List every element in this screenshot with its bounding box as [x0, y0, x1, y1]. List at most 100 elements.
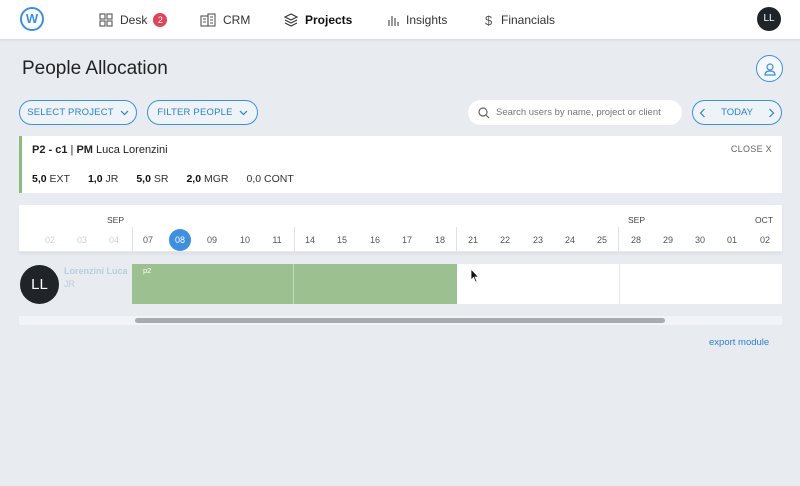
- close-button[interactable]: CLOSE X: [731, 144, 772, 154]
- grid-icon: [99, 13, 113, 27]
- day-cell[interactable]: 23: [527, 229, 549, 251]
- day-cell[interactable]: 28: [625, 229, 647, 251]
- stat-label: MGR: [203, 173, 229, 185]
- nav-label-financials: Financials: [501, 13, 556, 27]
- day-cell[interactable]: 17: [396, 229, 418, 251]
- day-cell-today[interactable]: 08: [169, 229, 191, 251]
- day-cell[interactable]: 02: [754, 229, 776, 251]
- nav-item-insights[interactable]: Insights: [387, 0, 447, 40]
- day-cell[interactable]: 01: [721, 229, 743, 251]
- person-cell: LL Lorenzini Luca JR: [19, 264, 132, 304]
- stat-label: EXT: [49, 173, 70, 185]
- nav-label-projects: Projects: [305, 13, 353, 27]
- stat-value: 5,0: [136, 173, 151, 185]
- day-cell[interactable]: 15: [331, 229, 353, 251]
- pm-name: Luca Lorenzini: [96, 144, 168, 156]
- day-cell[interactable]: 09: [201, 229, 223, 251]
- week-separator: [618, 227, 619, 252]
- export-module-link[interactable]: export module: [709, 337, 769, 348]
- date-navigator: TODAY: [692, 100, 782, 125]
- chevron-down-icon: [120, 110, 129, 115]
- nav-label-desk: Desk: [120, 13, 148, 27]
- day-cell[interactable]: 21: [462, 229, 484, 251]
- page-title: People Allocation: [22, 58, 168, 79]
- stat-label: 0,0 CONT: [246, 173, 294, 185]
- day-cell[interactable]: 04: [103, 229, 125, 251]
- search-box: [468, 100, 682, 125]
- search-input[interactable]: [496, 107, 666, 118]
- scrollbar-thumb[interactable]: [135, 318, 665, 323]
- week-separator: [293, 264, 294, 304]
- project-stats: 5,0 EXT 1,0 JR 5,0 SR 2,0 MGR 0,0 CONT: [32, 173, 312, 185]
- week-separator: [132, 227, 133, 252]
- app-logo[interactable]: W: [20, 7, 44, 31]
- stat-ext: 5,0 EXT: [32, 173, 70, 185]
- stat-label: JR: [105, 173, 119, 185]
- day-cell[interactable]: 07: [137, 229, 159, 251]
- person-role: JR: [64, 279, 75, 289]
- filter-people-label: FILTER PEOPLE: [157, 107, 233, 118]
- day-cell[interactable]: 24: [559, 229, 581, 251]
- top-navigation: W Desk 2 CRM Projects Insights $ Financi…: [0, 0, 800, 40]
- day-cell[interactable]: 22: [494, 229, 516, 251]
- month-label: SEP: [107, 215, 125, 225]
- stat-mgr: 2,0 MGR: [186, 173, 228, 185]
- stat-cont: 0,0 CONT: [246, 173, 293, 185]
- layers-icon: [284, 13, 298, 27]
- chevron-left-icon[interactable]: [699, 108, 706, 118]
- chevron-down-icon: [239, 110, 248, 115]
- stat-value: 1,0: [87, 173, 103, 185]
- nav-item-projects[interactable]: Projects: [284, 0, 352, 40]
- stat-label: SR: [153, 173, 169, 185]
- project-title: P2 - c1 | PM Luca Lorenzini: [32, 144, 168, 156]
- nav-label-insights: Insights: [406, 13, 448, 27]
- nav-item-crm[interactable]: CRM: [200, 0, 250, 40]
- user-icon: [763, 62, 776, 76]
- notification-badge: 2: [153, 13, 168, 27]
- day-cell[interactable]: 29: [657, 229, 679, 251]
- select-project-label: SELECT PROJECT: [27, 107, 114, 118]
- avatar[interactable]: LL: [20, 265, 59, 304]
- bar-chart-icon: [388, 16, 399, 26]
- month-label: SEP: [628, 215, 646, 225]
- stat-sr: 5,0 SR: [136, 173, 168, 185]
- today-button[interactable]: TODAY: [721, 107, 753, 118]
- nav-label-crm: CRM: [223, 13, 251, 27]
- day-cell[interactable]: 14: [299, 229, 321, 251]
- day-cell[interactable]: 18: [429, 229, 451, 251]
- day-cell[interactable]: 02: [39, 229, 61, 251]
- day-cell[interactable]: 25: [591, 229, 613, 251]
- day-cell[interactable]: 11: [266, 229, 288, 251]
- filter-people-button[interactable]: FILTER PEOPLE: [147, 100, 258, 125]
- allocation-grid[interactable]: p2: [132, 264, 782, 304]
- allocation-row: LL Lorenzini Luca JR p2: [19, 264, 782, 304]
- horizontal-scrollbar[interactable]: [19, 316, 782, 325]
- user-avatar[interactable]: LL: [757, 7, 781, 31]
- week-separator: [456, 227, 457, 252]
- search-icon: [478, 106, 490, 118]
- svg-text:$: $: [485, 13, 493, 27]
- week-separator: [294, 227, 295, 252]
- project-code: P2 - c1: [32, 144, 68, 156]
- month-label: OCT: [755, 215, 773, 225]
- dollar-icon: $: [485, 13, 493, 27]
- allocation-block[interactable]: p2: [132, 264, 457, 304]
- stat-value: 2,0: [186, 173, 202, 185]
- chevron-right-icon[interactable]: [768, 108, 775, 118]
- nav-item-financials[interactable]: $ Financials: [484, 0, 555, 40]
- day-cell[interactable]: 16: [364, 229, 386, 251]
- mouse-cursor-icon: [470, 268, 480, 283]
- building-icon: [200, 13, 216, 27]
- day-cell[interactable]: 30: [689, 229, 711, 251]
- nav-item-desk[interactable]: Desk 2: [99, 0, 168, 40]
- profile-button[interactable]: [756, 55, 783, 82]
- person-name[interactable]: Lorenzini Luca: [64, 266, 128, 276]
- day-cell[interactable]: 03: [71, 229, 93, 251]
- select-project-button[interactable]: SELECT PROJECT: [19, 100, 137, 125]
- pm-label: PM: [76, 144, 93, 156]
- day-cell[interactable]: 10: [234, 229, 256, 251]
- allocation-label: p2: [143, 266, 152, 275]
- timeline-header: SEP SEP OCT 02 03 04 07 08 09 10 11 14 1…: [19, 205, 782, 252]
- week-separator: [619, 264, 620, 304]
- stat-jr: 1,0 JR: [88, 173, 118, 185]
